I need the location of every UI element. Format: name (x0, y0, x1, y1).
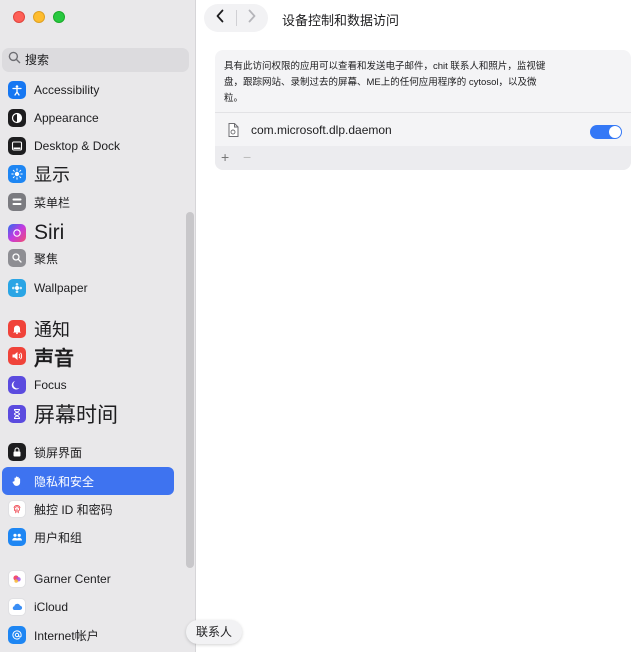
navigation-buttons (204, 4, 268, 32)
toggle-knob (609, 126, 621, 138)
sidebar-item-label: 菜单栏 (34, 195, 71, 210)
search-field[interactable] (2, 48, 189, 72)
wallpaper-icon (8, 279, 26, 297)
sidebar-item-label: 声音 (34, 347, 74, 370)
menubar-icon (8, 193, 26, 211)
sidebar-item-label: 通知 (34, 320, 70, 340)
toolbar: 设备控制和数据访问 (196, 0, 632, 36)
hourglass-icon (8, 405, 26, 423)
sidebar-item-display[interactable]: 显示 (2, 160, 174, 188)
sidebar: Accessibility Appearance Desktop & Dock … (0, 0, 196, 652)
sidebar-item-spotlight[interactable]: 聚焦 (2, 244, 174, 272)
dock-icon (8, 137, 26, 155)
settings-window: Accessibility Appearance Desktop & Dock … (0, 0, 632, 652)
sidebar-item-label: 显示 (34, 165, 70, 185)
sidebar-item-label: 触控 ID 和密码 (34, 502, 113, 517)
sidebar-item-lock-screen[interactable]: 锁屏界面 (2, 438, 174, 466)
at-icon (8, 626, 26, 644)
sidebar-item-label: 锁屏界面 (34, 445, 83, 460)
cloud-icon (8, 598, 26, 616)
sidebar-scrollbar[interactable] (186, 212, 194, 568)
sidebar-item-touch-id[interactable]: 触控 ID 和密码 (2, 495, 174, 523)
speaker-icon (8, 347, 26, 365)
hand-icon (8, 472, 26, 490)
magnifier-icon (8, 249, 26, 267)
minimize-button[interactable] (33, 11, 45, 23)
sidebar-item-notifications[interactable]: 通知 (2, 315, 174, 343)
fingerprint-icon (8, 500, 26, 518)
users-icon (8, 528, 26, 546)
forward-button[interactable] (236, 4, 268, 32)
sidebar-item-label: Desktop & Dock (34, 139, 121, 153)
moon-icon (8, 376, 26, 394)
sidebar-item-label: 屏幕时间 (34, 404, 118, 427)
search-icon (8, 51, 21, 69)
notification-icon (8, 320, 26, 338)
sidebar-item-label: Accessibility (34, 83, 100, 97)
sidebar-item-menubar[interactable]: 菜单栏 (2, 188, 174, 216)
tooltip: 联系人 (186, 620, 243, 644)
sidebar-item-game-center[interactable]: Garner Center (2, 565, 174, 593)
sidebar-item-label: Focus (34, 378, 67, 392)
sidebar-item-label: iCloud (34, 600, 69, 614)
sidebar-item-siri[interactable]: Siri (2, 219, 174, 247)
list-footer: + − (215, 146, 631, 170)
sidebar-item-label: Garner Center (34, 572, 111, 586)
access-description: 具有此访问权限的应用可以查看和发送电子邮件，chit 联系人和照片，监视键盘，跟… (224, 61, 546, 104)
sidebar-item-users-groups[interactable]: 用户和组 (2, 523, 174, 551)
window-controls (13, 11, 65, 23)
remove-button[interactable]: − (243, 149, 251, 165)
sidebar-item-sound[interactable]: 声音 (2, 342, 174, 370)
sidebar-item-icloud[interactable]: iCloud (2, 593, 174, 621)
lock-screen-icon (8, 443, 26, 461)
sidebar-item-label: Siri (34, 221, 65, 244)
chevron-left-icon (215, 9, 225, 28)
sidebar-item-wallpaper[interactable]: Wallpaper (2, 274, 174, 302)
sidebar-item-label: Wallpaper (34, 281, 88, 295)
brightness-icon (8, 165, 26, 183)
sidebar-item-internet-accounts[interactable]: Internet帐户 (2, 621, 174, 649)
chevron-right-icon (247, 9, 257, 28)
sidebar-item-label: 用户和组 (34, 530, 83, 545)
sidebar-item-privacy-security[interactable]: 隐私和安全 (2, 467, 174, 495)
app-name: com.microsoft.dlp.daemon (251, 123, 392, 137)
appearance-icon (8, 109, 26, 127)
accessibility-icon (8, 81, 26, 99)
app-row[interactable]: com.microsoft.dlp.daemon (215, 114, 631, 146)
back-button[interactable] (204, 4, 236, 32)
page-title: 设备控制和数据访问 (282, 13, 400, 28)
sidebar-item-label: 聚焦 (34, 251, 59, 266)
sidebar-item-screen-time[interactable]: 屏幕时间 (2, 400, 174, 428)
sidebar-item-label: Internet帐户 (34, 628, 99, 643)
close-button[interactable] (13, 11, 25, 23)
zoom-button[interactable] (53, 11, 65, 23)
sidebar-item-desktop-dock[interactable]: Desktop & Dock (2, 132, 174, 160)
divider (215, 112, 631, 113)
document-icon (225, 122, 241, 138)
game-center-icon (8, 570, 26, 588)
access-panel: 具有此访问权限的应用可以查看和发送电子邮件，chit 联系人和照片，监视键盘，跟… (215, 50, 631, 170)
sidebar-item-label: 隐私和安全 (34, 474, 95, 489)
add-button[interactable]: + (221, 149, 229, 165)
sidebar-item-appearance[interactable]: Appearance (2, 104, 174, 132)
sidebar-item-focus[interactable]: Focus (2, 371, 174, 399)
app-access-toggle[interactable] (590, 125, 622, 139)
search-input[interactable] (25, 53, 175, 67)
sidebar-item-accessibility[interactable]: Accessibility (2, 76, 174, 104)
sidebar-item-label: Appearance (34, 111, 99, 125)
siri-icon (8, 224, 26, 242)
